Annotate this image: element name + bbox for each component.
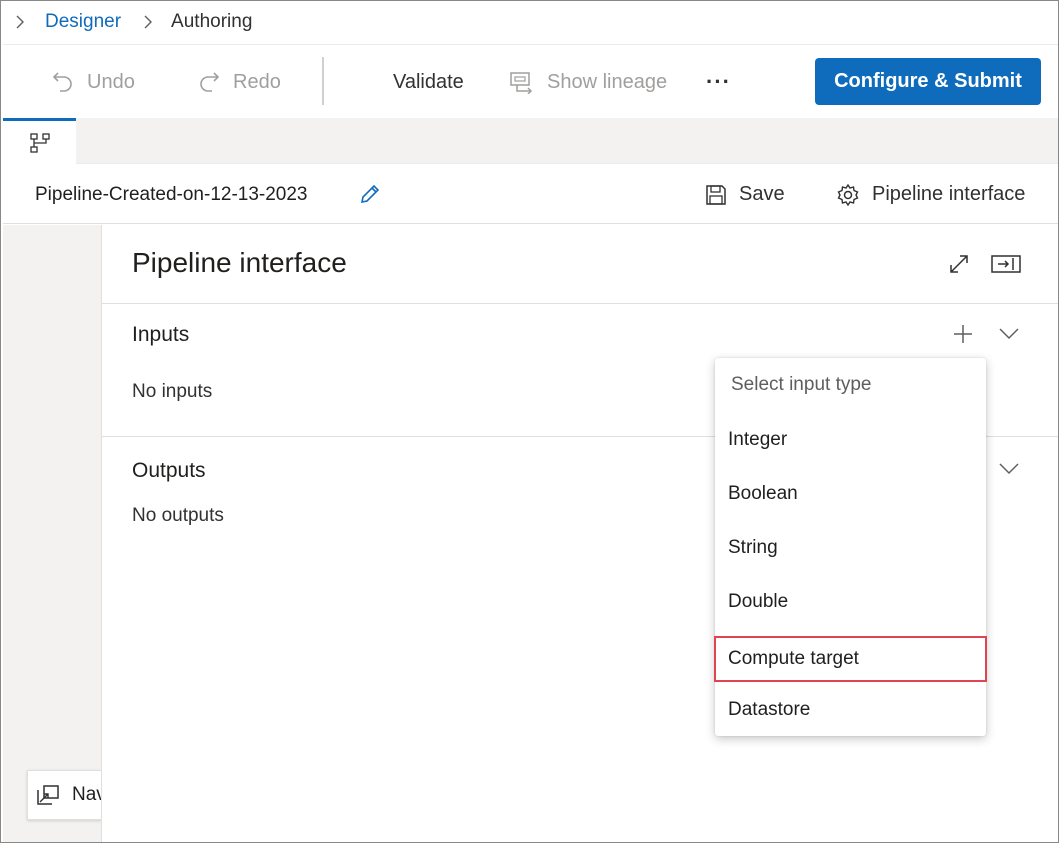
pipeline-interface-button[interactable]: Pipeline interface bbox=[836, 165, 1025, 224]
toolbar-divider bbox=[322, 57, 324, 105]
show-lineage-button[interactable]: Show lineage bbox=[509, 45, 667, 119]
lineage-icon bbox=[510, 72, 533, 94]
redo-icon bbox=[200, 72, 220, 92]
menu-item-boolean[interactable]: Boolean bbox=[715, 471, 986, 517]
show-lineage-label: Show lineage bbox=[547, 70, 668, 93]
save-icon bbox=[706, 184, 726, 205]
undo-button[interactable]: Undo bbox=[51, 45, 135, 119]
breadcrumb-designer-link[interactable]: Designer bbox=[45, 11, 121, 33]
dropdown-header: Select input type bbox=[731, 374, 872, 395]
configure-submit-button[interactable]: Configure & Submit bbox=[815, 58, 1041, 105]
breadcrumb: Designer Authoring bbox=[1, 1, 1058, 43]
save-label: Save bbox=[739, 183, 785, 205]
breadcrumb-current: Authoring bbox=[171, 11, 253, 32]
chevron-right-icon bbox=[144, 15, 153, 29]
menu-item-double[interactable]: Double bbox=[715, 579, 986, 625]
navigator-label: Navigator bbox=[72, 784, 101, 805]
pipeline-header: Pipeline-Created-on-12-13-2023 Save Pipe… bbox=[3, 165, 1058, 224]
menu-item-string[interactable]: String bbox=[715, 525, 986, 571]
pipeline-interface-label: Pipeline interface bbox=[872, 183, 1026, 205]
designer-canvas[interactable] bbox=[3, 225, 101, 842]
validate-label: Validate bbox=[393, 70, 464, 93]
inputs-section-title: Inputs bbox=[132, 323, 190, 346]
menu-item-datastore[interactable]: Datastore bbox=[715, 687, 986, 733]
panel-divider bbox=[102, 303, 1058, 304]
undo-label: Undo bbox=[87, 70, 135, 93]
edit-pencil-icon[interactable] bbox=[358, 182, 382, 206]
inputs-empty-text: No inputs bbox=[132, 381, 213, 402]
chevron-right-icon[interactable] bbox=[13, 15, 27, 29]
expand-icon[interactable] bbox=[948, 253, 970, 275]
dock-panel-icon[interactable] bbox=[990, 253, 1022, 275]
tab-pipeline-graph[interactable] bbox=[3, 118, 76, 164]
more-options-button[interactable]: ··· bbox=[706, 45, 731, 119]
panel-title: Pipeline interface bbox=[132, 247, 347, 278]
toolbar: Undo Redo Validate Show lineage ··· Conf… bbox=[3, 44, 1058, 118]
pipeline-name: Pipeline-Created-on-12-13-2023 bbox=[35, 183, 308, 205]
outputs-section-title: Outputs bbox=[132, 459, 206, 482]
chevron-down-icon[interactable] bbox=[998, 462, 1020, 476]
redo-label: Redo bbox=[233, 70, 281, 93]
navigator-icon bbox=[37, 785, 59, 805]
navigator-button[interactable]: Navigator bbox=[27, 770, 102, 820]
undo-icon bbox=[52, 72, 72, 92]
outputs-empty-text: No outputs bbox=[132, 505, 224, 526]
menu-item-compute-target[interactable]: Compute target bbox=[714, 636, 987, 682]
tab-strip bbox=[3, 118, 1058, 164]
gear-icon bbox=[837, 183, 859, 206]
input-type-dropdown: Select input type Integer Boolean String… bbox=[714, 358, 987, 736]
menu-item-integer[interactable]: Integer bbox=[715, 417, 986, 463]
save-button[interactable]: Save bbox=[705, 165, 785, 224]
chevron-down-icon[interactable] bbox=[998, 327, 1020, 341]
validate-button[interactable]: Validate bbox=[393, 45, 464, 119]
redo-button[interactable]: Redo bbox=[197, 45, 281, 119]
designer-window: Designer Authoring Undo Redo Validate Sh… bbox=[0, 0, 1059, 843]
add-input-icon[interactable] bbox=[952, 323, 974, 345]
pipeline-graph-icon bbox=[29, 132, 50, 153]
